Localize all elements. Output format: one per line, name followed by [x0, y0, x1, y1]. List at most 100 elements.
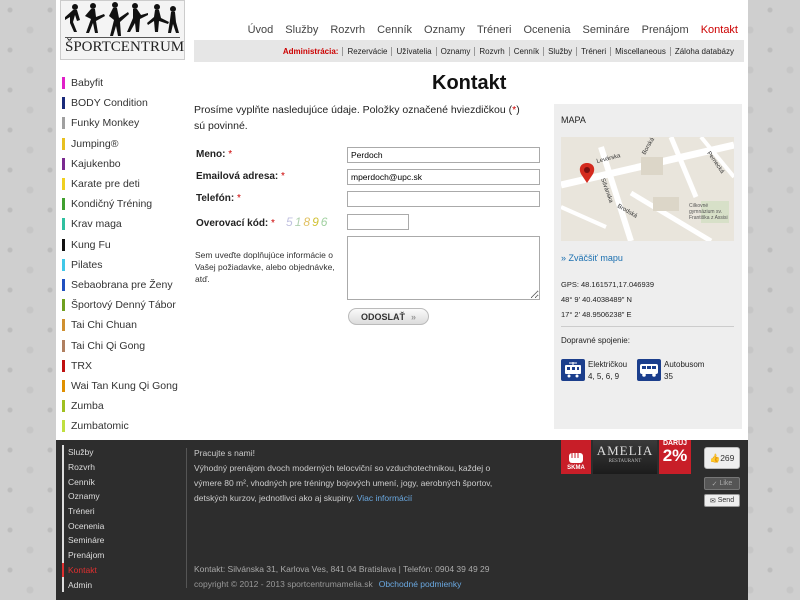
admin-bar: Administrácia: Rezervácie Užívatelia Ozn… [194, 40, 744, 62]
captcha-field[interactable] [347, 214, 409, 230]
skma-badge[interactable]: SKMA [561, 440, 591, 474]
color-marker [62, 97, 65, 110]
color-marker [62, 157, 65, 170]
sidebar-item[interactable]: Kajukenbo [62, 154, 186, 174]
email-field[interactable] [347, 169, 540, 185]
color-marker [62, 137, 65, 150]
sidebar-item-label: Krav maga [71, 218, 122, 231]
more-info-link[interactable]: Viac informácií [357, 493, 413, 503]
footer-link[interactable]: Cenník [62, 474, 104, 490]
footer-link[interactable]: Kontakt [62, 562, 104, 578]
sidebar-item-label: Jumping® [71, 137, 119, 150]
sidebar-item[interactable]: Wai Tan Kung Qi Gong [62, 376, 186, 396]
sidebar-item[interactable]: Babyfit [62, 73, 186, 93]
gps-longitude: 17° 2' 48.9506238" E [561, 310, 632, 319]
admin-item-oznamy[interactable]: Oznamy [435, 46, 475, 56]
required-star: * [271, 218, 275, 229]
map-title: MAPA [561, 115, 586, 125]
footer: Služby Rozvrh Cenník Oznamy Tréneri Ocenenia S… [56, 440, 748, 600]
captcha-char: 6 [320, 215, 330, 229]
footer-link[interactable]: Prenájom [62, 547, 104, 563]
like-count-button[interactable]: 👍 269 [704, 447, 740, 469]
nav-kontakt[interactable]: Kontakt [695, 24, 744, 36]
sidebar-item-label: Tai Chi Chuan [71, 319, 137, 332]
required-star: * [236, 193, 241, 204]
nav-seminare[interactable]: Semináre [577, 24, 636, 36]
footer-link[interactable]: Tréneri [62, 503, 104, 519]
logo[interactable]: ŠPORTCENTRUM [60, 0, 185, 60]
sidebar-item[interactable]: Zumba [62, 396, 186, 416]
send-button[interactable]: ✉ Send [704, 494, 740, 507]
arrow-icon: » [410, 311, 416, 322]
sidebar-item[interactable]: Sebaobrana pre Ženy [62, 275, 186, 295]
sidebar-item[interactable]: Kung Fu [62, 235, 186, 255]
sidebar-item[interactable]: BODY Condition [62, 93, 186, 113]
message-field[interactable] [347, 236, 540, 300]
captcha-label-text: Overovací kód: [196, 218, 269, 229]
amelia-restaurant-badge[interactable]: AMELIA RESTAURANT [593, 440, 657, 474]
bus-label: Autobusom [664, 360, 705, 369]
map-image[interactable]: Levárska Borská Pernecká Silvánska Brods… [561, 137, 734, 241]
like-button[interactable]: ✓ Like [704, 477, 740, 490]
sidebar-item[interactable]: TRX [62, 356, 186, 376]
sidebar-item[interactable]: Zumbatomic [62, 416, 186, 436]
admin-item-sluzby[interactable]: Služby [543, 46, 576, 56]
sidebar-item[interactable]: Pilates [62, 255, 186, 275]
donate-2-percent-badge[interactable]: DARUJ 2% [659, 440, 691, 474]
footer-link[interactable]: Semináre [62, 533, 104, 548]
sidebar-item[interactable]: Športový Denný Tábor [62, 295, 186, 315]
name-field[interactable] [347, 147, 540, 163]
nav-treneri[interactable]: Tréneri [471, 24, 517, 36]
admin-item-rezervacie[interactable]: Rezervácie [342, 46, 391, 56]
nav-ocenenia[interactable]: Ocenenia [517, 24, 576, 36]
email-label: Emailová adresa: * [196, 171, 285, 182]
map-panel: MAPA Levárska Borská Pernecká Silvánska [554, 104, 742, 429]
footer-copyright: copyright © 2012 - 2013 sportcentrumamel… [194, 579, 461, 589]
nav-sluzby[interactable]: Služby [279, 24, 324, 36]
sidebar-item[interactable]: Karate pre deti [62, 174, 186, 194]
sidebar-item-label: Tai Chi Qi Gong [71, 339, 146, 352]
sidebar-item[interactable]: Jumping® [62, 134, 186, 154]
footer-link[interactable]: Oznamy [62, 489, 104, 504]
social-widget: 👍 269 ✓ Like ✉ Send [704, 447, 742, 507]
sidebar-item[interactable]: Kondičný Tréning [62, 194, 186, 214]
sidebar-item[interactable]: Tai Chi Chuan [62, 315, 186, 335]
color-marker [62, 359, 65, 372]
partner-badges: SKMA AMELIA RESTAURANT DARUJ 2% [561, 440, 691, 476]
admin-item-zaloha[interactable]: Záloha databázy [669, 46, 738, 56]
nav-prenajom[interactable]: Prenájom [636, 24, 695, 36]
enlarge-map-link[interactable]: » Zväčšiť mapu [561, 253, 623, 263]
amelia-name: AMELIA [596, 443, 654, 458]
admin-label: Administrácia: [282, 46, 339, 56]
email-label-text: Emailová adresa: [196, 171, 279, 182]
color-marker [62, 117, 65, 130]
nav-oznamy[interactable]: Oznamy [418, 24, 471, 36]
page-title: Kontakt [432, 72, 507, 94]
admin-item-uzivatelia[interactable]: Užívatelia [391, 46, 435, 56]
sidebar-item-label: Kung Fu [71, 238, 111, 251]
phone-field[interactable] [347, 191, 540, 207]
bus-text: Autobusom 35 [664, 359, 704, 383]
sidebar-item-label: Funky Monkey [71, 117, 140, 130]
color-marker [62, 420, 65, 433]
copyright-text: copyright © 2012 - 2013 sportcentrumamel… [194, 579, 373, 589]
footer-link[interactable]: Ocenenia [62, 518, 104, 534]
sidebar-item-label: TRX [71, 359, 92, 372]
sidebar-item[interactable]: Krav maga [62, 214, 186, 234]
nav-cennik[interactable]: Cenník [371, 24, 418, 36]
link-arrow-icon: » [561, 253, 567, 263]
nav-uvod[interactable]: Úvod [242, 24, 280, 36]
sidebar-item[interactable]: Funky Monkey [62, 113, 186, 133]
nav-rozvrh[interactable]: Rozvrh [324, 24, 371, 36]
skma-label: SKMA [567, 465, 585, 471]
terms-link[interactable]: Obchodné podmienky [379, 579, 462, 589]
footer-link[interactable]: Rozvrh [62, 459, 104, 475]
admin-item-rozvrh[interactable]: Rozvrh [474, 46, 508, 56]
admin-item-miscellaneous[interactable]: Miscellaneous [610, 46, 670, 56]
submit-button[interactable]: ODOSLAŤ » [348, 308, 429, 325]
admin-item-treneri[interactable]: Tréneri [576, 46, 610, 56]
sidebar-item[interactable]: Tai Chi Qi Gong [62, 335, 186, 355]
footer-link[interactable]: Admin [62, 577, 104, 592]
footer-link[interactable]: Služby [62, 445, 104, 460]
admin-item-cennik[interactable]: Cenník [508, 46, 543, 56]
